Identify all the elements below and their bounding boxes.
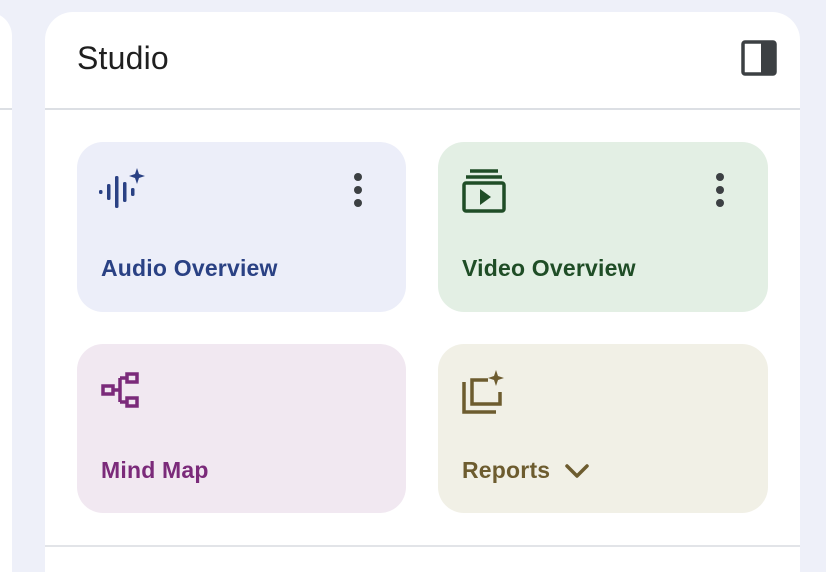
chevron-down-icon: [565, 463, 590, 478]
video-overview-label: Video Overview: [462, 255, 636, 281]
audio-overview-label: Audio Overview: [101, 255, 278, 281]
more-vert-icon: [716, 173, 724, 207]
reports-label: Reports: [462, 457, 551, 483]
tile-audio-overview[interactable]: Audio Overview: [77, 142, 406, 312]
video-play-stack-icon: [462, 169, 506, 213]
mind-map-icon: [101, 372, 139, 408]
collapse-panel-button[interactable]: [739, 38, 779, 78]
audio-more-button[interactable]: [344, 170, 372, 210]
tile-reports[interactable]: Reports: [438, 344, 768, 513]
left-panel-divider: [0, 108, 12, 110]
mind-map-label: Mind Map: [101, 457, 209, 483]
reports-dropdown[interactable]: Reports: [462, 457, 590, 484]
reports-sparkle-icon: [462, 370, 504, 414]
panel-header: Studio: [45, 12, 800, 110]
video-more-button[interactable]: [706, 170, 734, 210]
more-vert-icon: [354, 173, 362, 207]
studio-panel: Studio Audio Overview Video Overview Min…: [45, 12, 800, 572]
tile-mind-map[interactable]: Mind Map: [77, 344, 406, 513]
side-panel-icon: [741, 40, 777, 76]
panel-bottom-divider: [45, 545, 800, 547]
audio-waveform-sparkle-icon: [99, 168, 145, 208]
tile-video-overview[interactable]: Video Overview: [438, 142, 768, 312]
left-panel-edge: [0, 12, 12, 572]
page-title: Studio: [77, 40, 169, 76]
